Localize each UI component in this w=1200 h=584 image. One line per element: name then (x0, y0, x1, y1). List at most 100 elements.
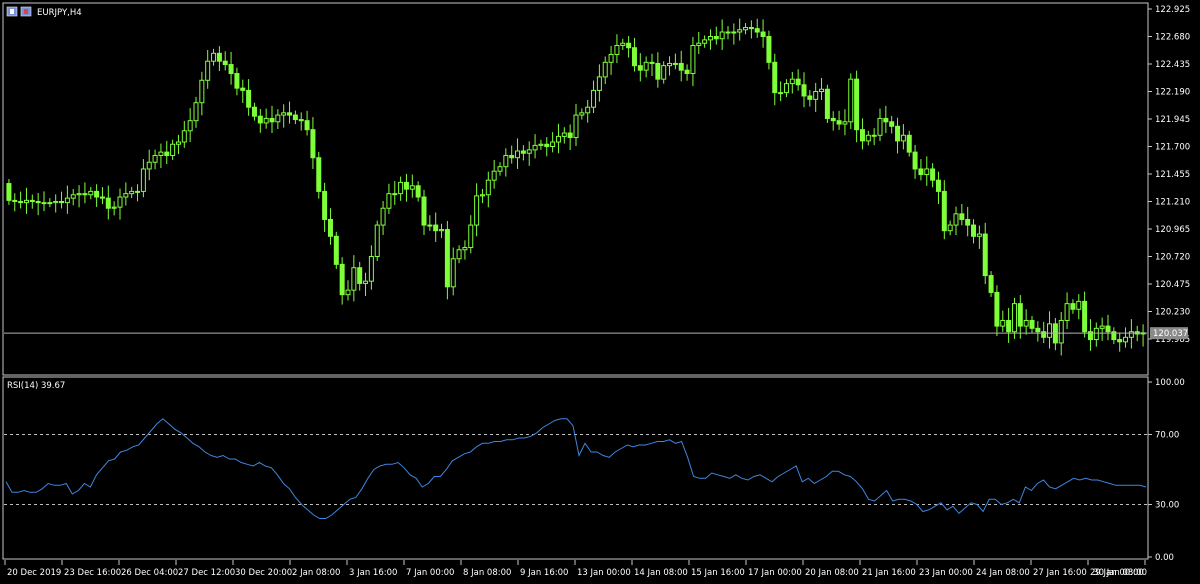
candle-body (6, 183, 12, 201)
candle-body (1123, 336, 1129, 343)
candle-body (947, 224, 953, 232)
candle-body (935, 179, 941, 192)
time-tick-label: 23 Dec 16:00 (64, 568, 121, 578)
candle-body (567, 132, 573, 139)
time-tick-label: 30 Dec 20:00 (235, 568, 292, 578)
indicator-list-icon-glyph (10, 9, 14, 14)
candle-body (211, 52, 217, 62)
candle-body (216, 52, 222, 62)
candle-body (88, 190, 94, 196)
time-tick-label: 27 Jan 16:00 (1033, 568, 1087, 578)
current-price-label: 120.037 (1153, 329, 1188, 339)
candle-body (164, 151, 170, 156)
candle-body (76, 193, 82, 196)
candle-body (591, 89, 597, 108)
candle-body (684, 69, 690, 75)
price-pane[interactable] (2, 2, 1149, 376)
candle-body (287, 112, 293, 116)
candle-body (637, 65, 643, 71)
time-tick-label: 24 Jan 08:00 (976, 568, 1030, 578)
candle-body (380, 207, 386, 226)
time-tick-label: 20 Dec 2019 (7, 568, 61, 578)
candle-body (515, 150, 521, 159)
time-axis: 20 Dec 2019 23 Dec 16:00 26 Dec 04:00 27 De… (4, 560, 1147, 578)
candle-body (865, 134, 871, 142)
candle-body (620, 42, 626, 46)
candle-body (99, 196, 105, 199)
candle-body (18, 201, 24, 204)
candle-body (1023, 319, 1029, 327)
candle-body (1105, 325, 1111, 333)
candle-body (661, 65, 667, 80)
time-tick-label: 2 Jan 08:00 (292, 568, 340, 578)
candle-body (959, 213, 965, 220)
candle-body (725, 31, 731, 34)
candle-body (626, 42, 632, 49)
candle-body (35, 201, 41, 204)
candle-body (421, 196, 427, 226)
time-tick-label: 7 Jan 00:00 (406, 568, 454, 578)
time-tick-label: 21 Jan 16:00 (862, 568, 916, 578)
candle-body (854, 78, 860, 131)
candle-body (392, 193, 398, 196)
candle-body (1058, 319, 1064, 344)
candle-body (579, 112, 585, 116)
candle-body (1128, 331, 1134, 338)
candle-body (772, 61, 778, 94)
candle-body (520, 150, 526, 154)
candle-body (573, 114, 579, 139)
candle-body (895, 125, 901, 142)
chart-window[interactable]: EURJPY,H4 RSI(14) 39.67 122.925122.68012… (0, 0, 1200, 584)
candle (824, 84, 830, 123)
candle-body (1064, 303, 1070, 321)
candle-body (298, 119, 304, 122)
candle-body (1093, 327, 1099, 341)
candle-body (53, 201, 59, 204)
candle-body (924, 168, 930, 176)
candle-body (766, 36, 772, 63)
candle-body (310, 129, 316, 159)
candle-body (731, 31, 737, 34)
candle-body (105, 197, 111, 209)
candle-body (1006, 319, 1012, 333)
candle-body (690, 44, 696, 75)
candle-body (403, 181, 409, 190)
candle-body (760, 31, 766, 37)
candle-body (29, 199, 35, 202)
candle-body (187, 120, 193, 132)
price-tick-label: 121.700 (1155, 143, 1190, 153)
candle-body (602, 61, 608, 78)
price-tick-label: 121.210 (1155, 198, 1190, 208)
price-axis: 122.925 122.680 122.435 122.190 121.945 121.7… (1148, 5, 1190, 345)
candle-body (228, 64, 234, 75)
candle-body (158, 151, 164, 156)
candle-body (269, 117, 275, 123)
price-tick-label: 120.965 (1155, 225, 1190, 235)
candle-body (474, 195, 480, 226)
candle-body (830, 117, 836, 122)
candle-body (696, 42, 702, 46)
candle-body (889, 121, 895, 127)
rsi-pane[interactable] (2, 376, 1149, 560)
candle-body (707, 36, 713, 41)
candle-body (848, 78, 854, 123)
candle-body (175, 141, 181, 145)
candle-body (982, 233, 988, 277)
candle-body (971, 224, 977, 237)
candle-body (1041, 331, 1047, 338)
candle-body (427, 224, 433, 227)
price-tick-label: 121.455 (1155, 170, 1190, 180)
candle-body (491, 170, 497, 181)
candle-body (339, 263, 345, 296)
candle-body (462, 247, 468, 251)
rsi-tick-label: 30.00 (1155, 501, 1179, 511)
candle-body (59, 201, 65, 204)
candle-body (1076, 300, 1082, 310)
candle-body (181, 130, 187, 143)
candle-body (1082, 300, 1088, 333)
candle-body (468, 224, 474, 249)
candle-body (953, 213, 959, 226)
candle-body (608, 53, 614, 63)
candle-body (789, 78, 795, 85)
candle-body (1035, 327, 1041, 333)
